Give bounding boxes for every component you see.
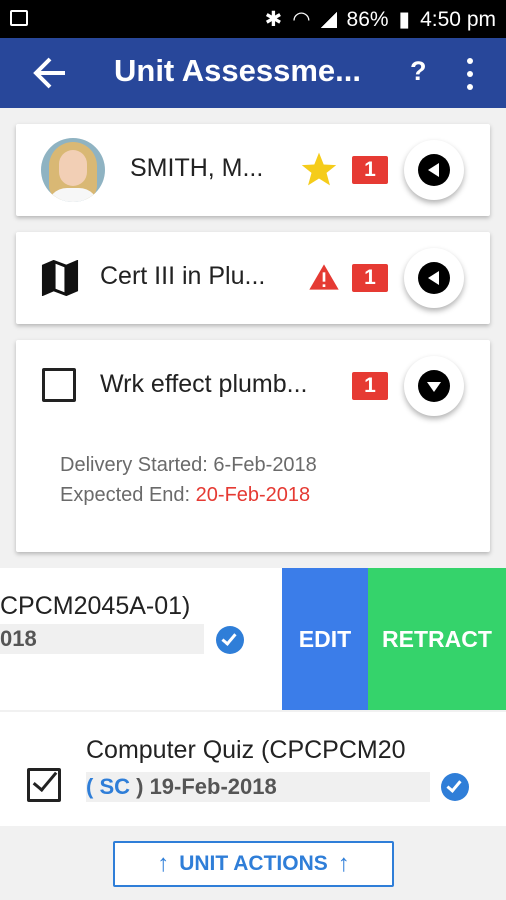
- verified-check-icon: [216, 626, 244, 654]
- notification-badge: 1: [352, 372, 388, 400]
- bluetooth-icon: ✱: [264, 8, 283, 31]
- qualification-name: Cert III in Plu...: [100, 262, 266, 290]
- edit-button[interactable]: EDIT: [282, 568, 368, 710]
- clock: 4:50 pm: [420, 7, 496, 31]
- status-bar: ✱ ◠ 86% ▮ 4:50 pm: [0, 0, 506, 38]
- gallery-notification-icon: [10, 10, 28, 26]
- bottom-bar: ↑ UNIT ACTIONS ↑: [0, 826, 506, 900]
- assessment-meta: ( SC ) 19-Feb-2018: [86, 772, 430, 802]
- page-title: Unit Assessme...: [114, 53, 361, 88]
- signal-icon: [320, 11, 337, 28]
- expected-end-label: Expected End:: [60, 484, 191, 506]
- notification-badge: 1: [352, 264, 388, 292]
- battery-percent: 86%: [346, 7, 389, 31]
- assessment-date: 018: [0, 624, 204, 654]
- student-name: SMITH, M...: [130, 154, 264, 182]
- verified-check-icon: [441, 773, 469, 801]
- assessment-title: Computer Quiz (CPCPCM20: [86, 736, 406, 764]
- delivery-started: Delivery Started: 6-Feb-2018: [60, 454, 317, 477]
- app-bar: Unit Assessme... ?: [0, 38, 506, 108]
- expected-end: Expected End: 20-Feb-2018: [60, 484, 310, 507]
- avatar: [41, 138, 105, 202]
- collapse-qualification-button[interactable]: [404, 248, 464, 308]
- battery-icon: ▮: [398, 8, 411, 31]
- assessment-code: SC: [99, 774, 131, 799]
- unit-actions-label: UNIT ACTIONS: [179, 852, 328, 875]
- assessment-title: CPCM2045A-01): [0, 592, 191, 620]
- collapse-student-button[interactable]: [404, 140, 464, 200]
- star-icon: [301, 152, 337, 186]
- map-icon: [41, 260, 79, 296]
- open-paren: (: [86, 774, 100, 799]
- arrow-up-icon: ↑: [337, 850, 350, 877]
- qualification-card[interactable]: Cert III in Plu... 1: [16, 232, 490, 324]
- back-arrow-icon[interactable]: [32, 56, 68, 90]
- caret-left-icon: [428, 271, 439, 285]
- checked-checkbox-icon[interactable]: [27, 765, 61, 802]
- wifi-icon: ◠: [292, 8, 311, 31]
- retract-button[interactable]: RETRACT: [368, 568, 506, 710]
- unit-checkbox[interactable]: [42, 368, 76, 402]
- arrow-up-icon: ↑: [157, 850, 170, 877]
- student-card[interactable]: SMITH, M... 1: [16, 124, 490, 216]
- status-bar-right: ✱ ◠ 86% ▮ 4:50 pm: [265, 7, 496, 32]
- delivery-started-value: 6-Feb-2018: [213, 454, 317, 476]
- expand-unit-button[interactable]: [404, 356, 464, 416]
- warning-icon: [309, 264, 339, 290]
- assessment-row[interactable]: Computer Quiz (CPCPCM20 ( SC ) 19-Feb-20…: [0, 712, 506, 826]
- caret-down-icon: [427, 382, 441, 392]
- assessment-date: ) 19-Feb-2018: [130, 774, 277, 799]
- caret-left-icon: [428, 163, 439, 177]
- unit-actions-button[interactable]: ↑ UNIT ACTIONS ↑: [113, 841, 394, 887]
- help-button[interactable]: ?: [410, 56, 427, 87]
- delivery-started-label: Delivery Started:: [60, 454, 208, 476]
- expected-end-value: 20-Feb-2018: [195, 484, 311, 506]
- unit-name: Wrk effect plumb...: [100, 370, 308, 398]
- unit-card[interactable]: Wrk effect plumb... 1 Delivery Started: …: [16, 340, 490, 552]
- more-options-icon[interactable]: [460, 56, 480, 92]
- notification-badge: 1: [352, 156, 388, 184]
